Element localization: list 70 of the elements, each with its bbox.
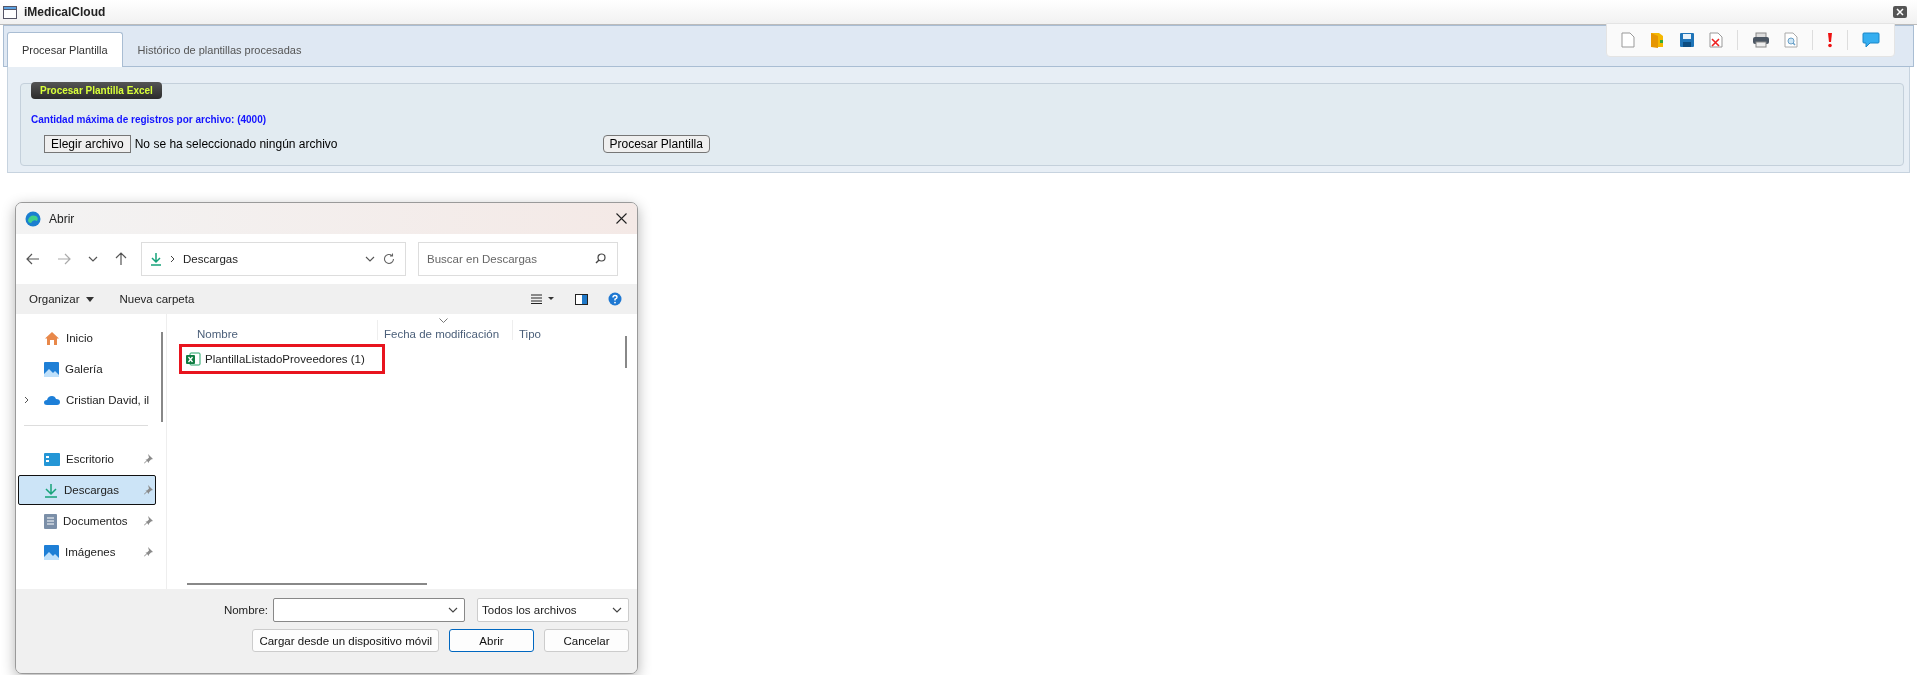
search-icon — [595, 253, 606, 264]
tab[interactable]: Histórico de plantillas procesadas — [122, 32, 317, 66]
chevron-down-icon[interactable] — [88, 256, 98, 262]
up-arrow-icon[interactable] — [115, 252, 127, 266]
file-status: No se ha seleccionado ningún archivo — [134, 137, 338, 151]
choose-file-button[interactable]: Elegir archivo — [44, 135, 131, 153]
dialog-title: Abrir — [49, 211, 75, 226]
browser-icon — [25, 210, 41, 227]
refresh-icon[interactable] — [383, 253, 395, 265]
window-title: iMedicalCloud — [24, 5, 106, 19]
close-icon[interactable] — [616, 213, 627, 224]
file-item[interactable]: PlantillaListadoProveedores (1) — [186, 352, 378, 366]
download-icon — [150, 252, 162, 266]
close-button[interactable] — [1893, 6, 1907, 18]
filename-field[interactable] — [273, 598, 465, 622]
printer-icon[interactable] — [1752, 32, 1770, 48]
fieldset-legend: Procesar Plantilla Excel — [31, 82, 162, 99]
sidebar-item[interactable]: Cristian David, il — [18, 385, 156, 415]
sidebar-item[interactable]: Escritorio — [18, 444, 156, 474]
column-header[interactable]: Fecha de modificación — [378, 320, 513, 340]
dropdown-caret-icon — [85, 296, 94, 302]
window-icon — [3, 5, 17, 19]
new-folder-button[interactable]: Nueva carpeta — [119, 293, 195, 305]
save-icon[interactable] — [1679, 32, 1695, 48]
document-icon — [44, 513, 57, 529]
image-icon — [44, 544, 59, 560]
image-icon — [44, 361, 59, 377]
forward-icon — [57, 253, 71, 265]
tab[interactable]: Procesar Plantilla — [7, 32, 123, 67]
preview-pane-icon[interactable] — [575, 293, 588, 305]
dialog-button[interactable]: Cancelar — [544, 629, 629, 652]
chevron-down-icon — [612, 607, 622, 613]
dialog-button[interactable]: Abrir — [449, 629, 534, 652]
delete-document-icon[interactable] — [1709, 32, 1723, 48]
cloud-icon — [44, 395, 60, 405]
speech-bubble-icon[interactable] — [1862, 32, 1880, 48]
back-icon[interactable] — [26, 253, 40, 265]
search-field[interactable]: Buscar en Descargas — [418, 242, 618, 276]
column-header[interactable]: Nombre — [179, 320, 378, 340]
limit-note: Cantidad máxima de registros por archivo: (4000) — [31, 114, 268, 125]
scrollbar-thumb[interactable] — [161, 332, 163, 422]
folder-icon[interactable] — [1649, 32, 1665, 48]
column-header[interactable]: Tipo — [513, 320, 541, 340]
address-bar[interactable]: Descargas — [141, 242, 406, 276]
filename-label: Nombre: — [223, 604, 268, 616]
process-button[interactable]: Procesar Plantilla — [602, 135, 710, 153]
sidebar-item[interactable]: Documentos — [18, 506, 156, 536]
help-icon[interactable] — [608, 292, 622, 306]
path-segment[interactable]: Descargas — [183, 253, 238, 265]
sidebar-item[interactable]: Galería — [18, 354, 156, 384]
exclamation-icon[interactable] — [1827, 32, 1833, 48]
scrollbar-thumb[interactable] — [187, 583, 427, 585]
chevron-down-icon[interactable] — [448, 607, 458, 613]
file-type-dropdown[interactable]: Todos los archivos — [477, 598, 629, 622]
dialog-button[interactable]: Cargar desde un dispositivo móvil — [252, 629, 439, 652]
download-icon — [44, 482, 58, 498]
chevron-right-icon[interactable] — [24, 396, 29, 404]
house-icon — [44, 330, 60, 346]
chevron-right-icon — [170, 255, 175, 263]
chevron-down-icon[interactable] — [365, 256, 375, 262]
sidebar-item[interactable]: Imágenes — [18, 537, 156, 567]
view-list-icon[interactable] — [531, 294, 555, 304]
sort-caret-icon — [439, 318, 448, 323]
desktop-icon — [44, 452, 60, 466]
preview-icon[interactable] — [1784, 32, 1798, 48]
sidebar-item[interactable]: Inicio — [18, 323, 156, 353]
spreadsheet-icon — [186, 352, 201, 366]
sidebar-item[interactable]: Descargas — [18, 475, 156, 505]
organize-menu[interactable]: Organizar — [29, 293, 94, 305]
scrollbar-thumb[interactable] — [625, 336, 627, 368]
